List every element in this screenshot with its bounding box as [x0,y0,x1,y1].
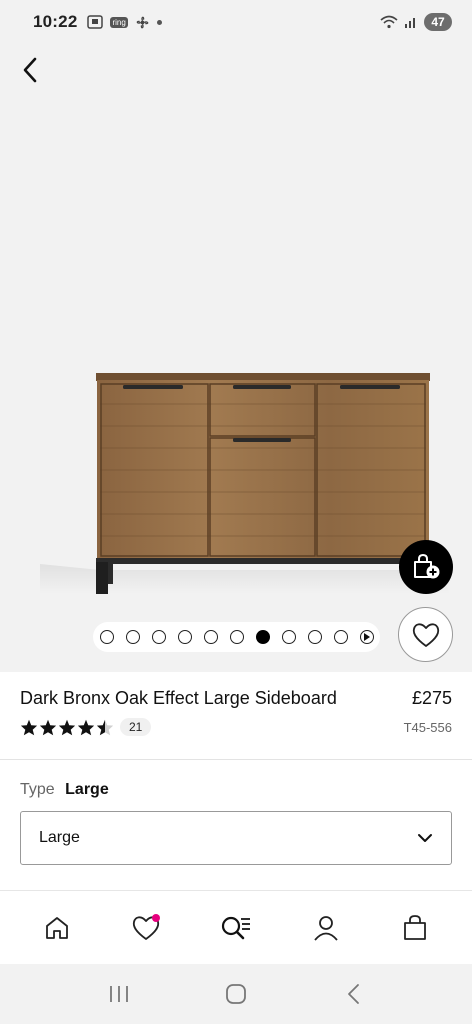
status-bar: 10:22 ring 47 [0,0,472,44]
recent-apps-button[interactable] [99,974,139,1014]
type-select-value: Large [39,829,80,846]
status-notification-icons: ring [87,15,162,30]
product-image [40,373,450,594]
back-button[interactable] [14,54,46,86]
signal-icon [405,18,415,28]
bag-icon [404,914,427,940]
gallery-dot[interactable] [125,630,140,644]
gallery-dot[interactable] [255,630,270,644]
nav-search[interactable] [214,906,258,950]
wifi-icon [380,15,398,29]
wishlist-indicator-dot [152,913,161,922]
nav-account[interactable] [304,906,348,950]
video-play-button[interactable] [359,630,374,644]
star-icon [96,719,114,735]
ring-app-icon: ring [110,16,128,28]
recent-apps-icon [109,986,128,1002]
product-rating[interactable]: 21 [20,718,152,736]
product-sku: T45-556 [403,720,452,735]
home-icon [45,916,68,939]
star-icon [58,719,76,735]
back-chevron-icon [348,984,360,1004]
gallery-dot[interactable] [177,630,192,644]
screenshot-icon [87,15,104,29]
star-icon [39,719,57,735]
rating-stars [20,719,114,736]
gallery-dot[interactable] [99,630,114,644]
nav-wishlist[interactable] [124,906,168,950]
review-count[interactable]: 21 [120,718,152,736]
gallery-pagination [93,622,380,652]
star-icon [77,719,95,735]
search-icon [221,916,250,939]
status-time: 10:22 [33,12,78,31]
status-system-icons: 47 [380,13,452,31]
star-icon [20,719,38,735]
nav-home[interactable] [35,906,79,950]
home-square-icon [226,984,246,1004]
gallery-dot[interactable] [203,630,218,644]
fan-icon [136,16,149,28]
notification-dot-icon [156,19,162,25]
gallery-dot[interactable] [151,630,166,644]
add-to-collection-button[interactable] [399,540,453,594]
gallery-dot[interactable] [333,630,348,644]
play-icon [363,633,370,641]
home-system-button[interactable] [216,974,256,1014]
nav-bag[interactable] [393,906,437,950]
product-title: Dark Bronx Oak Effect Large Sideboard [20,688,337,708]
gallery-dot[interactable] [229,630,244,644]
system-navigation [0,964,472,1024]
battery-level: 47 [424,13,452,31]
heart-icon [412,622,439,647]
product-info: Dark Bronx Oak Effect Large Sideboard £2… [0,672,472,760]
type-row: Type Large [20,781,109,799]
chevron-left-icon [23,57,37,83]
divider [0,759,472,760]
account-icon [313,915,338,941]
product-price: £275 [411,688,452,708]
bottom-navigation [0,890,472,964]
product-gallery[interactable] [0,44,472,672]
type-selected-value: Large [65,781,109,798]
back-system-button[interactable] [333,974,373,1014]
type-select[interactable]: Large [20,811,452,865]
gallery-dot[interactable] [281,630,296,644]
wishlist-button[interactable] [398,607,453,662]
bag-plus-icon [414,553,440,579]
gallery-dot[interactable] [307,630,322,644]
chevron-down-icon [418,834,432,842]
type-label: Type [20,781,55,798]
